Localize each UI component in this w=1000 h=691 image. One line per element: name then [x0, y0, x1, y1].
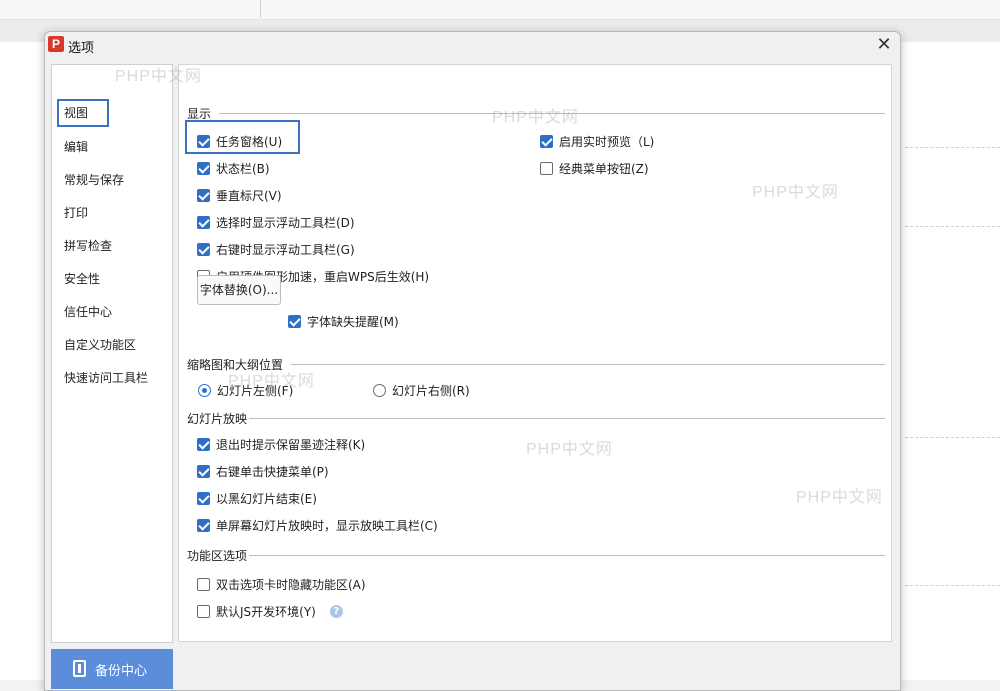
- group-divider: [249, 555, 885, 556]
- js-dev-checkbox[interactable]: [197, 604, 210, 618]
- group-divider: [249, 418, 885, 419]
- guide-line: [905, 147, 1000, 148]
- nav-item-customize-ribbon[interactable]: 自定义功能区: [57, 331, 136, 359]
- group-divider: [219, 113, 885, 114]
- app-toolbar-strip: [0, 0, 1000, 20]
- help-icon[interactable]: ?: [329, 604, 343, 618]
- dblclick-hide-option[interactable]: 双击选项卡时隐藏功能区(A): [197, 575, 366, 593]
- js-dev-label: 默认JS开发环境(Y): [216, 604, 316, 619]
- float-toolbar-select-checkbox[interactable]: [197, 215, 210, 229]
- ink-prompt-checkbox[interactable]: [197, 437, 210, 451]
- guide-line: [905, 585, 1000, 586]
- nav-item-security[interactable]: 安全性: [57, 265, 100, 293]
- group-title-ribbon: 功能区选项: [187, 547, 248, 564]
- dblclick-hide-label: 双击选项卡时隐藏功能区(A): [216, 577, 366, 592]
- nav-item-trust-center[interactable]: 信任中心: [57, 298, 112, 326]
- guide-line: [905, 226, 1000, 227]
- options-panel: 显示 任务窗格(U) 状态栏(B) 垂直标尺(V) 选择时显示浮动工具栏(D) …: [178, 64, 892, 642]
- font-missing-checkbox[interactable]: [288, 314, 301, 328]
- right-click-menu-option[interactable]: 右键单击快捷菜单(P): [197, 462, 329, 480]
- status-bar-option[interactable]: 状态栏(B): [197, 159, 270, 177]
- live-preview-option[interactable]: 启用实时预览（L): [540, 132, 654, 150]
- backup-icon: [73, 660, 86, 677]
- close-button[interactable]: ✕: [874, 35, 894, 55]
- status-bar-label: 状态栏(B): [216, 161, 270, 176]
- thumbnail-right-option[interactable]: 幻灯片右侧(R): [373, 381, 470, 399]
- float-toolbar-right-checkbox[interactable]: [197, 242, 210, 256]
- vertical-ruler-checkbox[interactable]: [197, 188, 210, 202]
- end-black-checkbox[interactable]: [197, 491, 210, 505]
- thumbnail-left-option[interactable]: 幻灯片左侧(F): [198, 381, 293, 399]
- backup-center-label: 备份中心: [95, 664, 148, 679]
- font-missing-option[interactable]: 字体缺失提醒(M): [288, 312, 399, 330]
- task-pane-checkbox[interactable]: [197, 134, 210, 148]
- nav-item-spell-check[interactable]: 拼写检查: [57, 232, 112, 260]
- classic-menu-option[interactable]: 经典菜单按钮(Z): [540, 159, 649, 177]
- single-screen-toolbar-label: 单屏幕幻灯片放映时，显示放映工具栏(C): [216, 518, 438, 533]
- ink-prompt-option[interactable]: 退出时提示保留墨迹注释(K): [197, 435, 365, 453]
- group-title-thumbnail: 缩略图和大纲位置: [187, 356, 284, 373]
- toolbar-separator: [260, 0, 261, 18]
- classic-menu-label: 经典菜单按钮(Z): [559, 161, 649, 176]
- end-black-option[interactable]: 以黑幻灯片结束(E): [197, 489, 317, 507]
- backup-center-button[interactable]: 备份中心: [51, 649, 173, 689]
- vertical-ruler-option[interactable]: 垂直标尺(V): [197, 186, 282, 204]
- font-missing-label: 字体缺失提醒(M): [307, 314, 399, 329]
- task-pane-label: 任务窗格(U): [216, 134, 283, 149]
- thumbnail-left-radio[interactable]: [198, 383, 211, 397]
- float-toolbar-select-label: 选择时显示浮动工具栏(D): [216, 215, 355, 230]
- group-title-slideshow: 幻灯片放映: [187, 410, 248, 427]
- task-pane-option[interactable]: 任务窗格(U): [197, 132, 282, 150]
- nav-item-view[interactable]: 视图: [57, 99, 109, 127]
- dialog-titlebar: P 选项 ✕: [45, 32, 900, 58]
- single-screen-toolbar-checkbox[interactable]: [197, 518, 210, 532]
- float-toolbar-right-option[interactable]: 右键时显示浮动工具栏(G): [197, 240, 355, 258]
- options-dialog: P 选项 ✕ 视图 编辑 常规与保存 打印 拼写检查 安全性 信任中心 自定义功…: [44, 31, 901, 691]
- float-toolbar-right-label: 右键时显示浮动工具栏(G): [216, 242, 355, 257]
- font-substitute-button[interactable]: 字体替换(O)...: [197, 275, 281, 305]
- live-preview-label: 启用实时预览（L): [559, 134, 655, 149]
- ink-prompt-label: 退出时提示保留墨迹注释(K): [216, 437, 366, 452]
- dialog-title: 选项: [68, 41, 95, 56]
- options-nav: 视图 编辑 常规与保存 打印 拼写检查 安全性 信任中心 自定义功能区 快速访问…: [51, 64, 173, 643]
- group-divider: [291, 364, 885, 365]
- right-click-menu-label: 右键单击快捷菜单(P): [216, 464, 329, 479]
- thumbnail-right-radio[interactable]: [373, 383, 386, 397]
- js-dev-option[interactable]: 默认JS开发环境(Y) ?: [197, 602, 343, 620]
- thumbnail-right-label: 幻灯片右侧(R): [392, 383, 470, 398]
- classic-menu-checkbox[interactable]: [540, 161, 553, 175]
- right-click-menu-checkbox[interactable]: [197, 464, 210, 478]
- nav-item-print[interactable]: 打印: [57, 199, 88, 227]
- wps-presentation-logo-icon: P: [48, 36, 64, 52]
- dblclick-hide-checkbox[interactable]: [197, 577, 210, 591]
- thumbnail-left-label: 幻灯片左侧(F): [217, 383, 294, 398]
- nav-item-edit[interactable]: 编辑: [57, 133, 88, 161]
- nav-item-quick-access-toolbar[interactable]: 快速访问工具栏: [57, 364, 148, 392]
- nav-item-general-save[interactable]: 常规与保存: [57, 166, 124, 194]
- status-bar-checkbox[interactable]: [197, 161, 210, 175]
- end-black-label: 以黑幻灯片结束(E): [216, 491, 317, 506]
- vertical-ruler-label: 垂直标尺(V): [216, 188, 282, 203]
- live-preview-checkbox[interactable]: [540, 134, 553, 148]
- single-screen-toolbar-option[interactable]: 单屏幕幻灯片放映时，显示放映工具栏(C): [197, 516, 438, 534]
- guide-line: [905, 437, 1000, 438]
- float-toolbar-select-option[interactable]: 选择时显示浮动工具栏(D): [197, 213, 355, 231]
